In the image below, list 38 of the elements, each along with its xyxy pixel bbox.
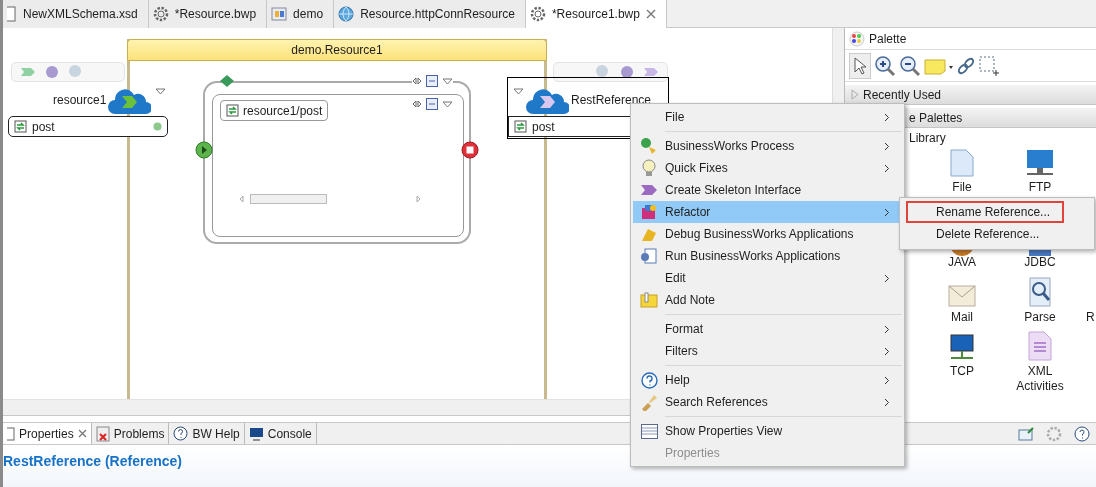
palette-tool[interactable]: TCP xyxy=(923,329,1001,379)
menu-item[interactable]: Run BusinessWorks Applications xyxy=(633,245,902,267)
editor-tab[interactable]: Resource.httpConnResource xyxy=(334,0,526,28)
menu-item[interactable]: Create Skeleton Interface xyxy=(633,179,902,201)
menu-item[interactable]: Refactor xyxy=(633,201,902,223)
menu-item[interactable]: Edit xyxy=(633,267,902,289)
operation-name: post xyxy=(532,119,556,134)
editor-tab[interactable]: *Resource.bwp xyxy=(148,0,268,28)
library-label: Library xyxy=(908,130,947,147)
palette-tool[interactable]: Parse xyxy=(1001,275,1079,325)
process-title: demo.Resource1 xyxy=(127,39,547,61)
menu-item[interactable]: Filters xyxy=(633,340,902,362)
palette-title: Palette xyxy=(869,31,907,46)
menu-item[interactable]: Delete Reference... xyxy=(906,223,1064,245)
editor-tab[interactable]: NewXMLSchema.xsd xyxy=(3,0,149,28)
operation-name: post xyxy=(32,119,56,134)
palette-tool[interactable]: FTP xyxy=(1001,145,1079,195)
menu-item[interactable]: Show Properties View xyxy=(633,420,902,442)
menu-item[interactable]: Debug BusinessWorks Applications xyxy=(633,223,902,245)
menu-item[interactable]: Rename Reference... xyxy=(906,201,1064,223)
palette-tool[interactable]: R xyxy=(1079,275,1096,325)
menu-item[interactable]: Search References xyxy=(633,391,902,413)
operation-box[interactable]: post xyxy=(8,116,168,137)
palette-tool[interactable]: Mail xyxy=(923,275,1001,325)
view-tab[interactable]: Properties xyxy=(3,423,92,444)
palette-tool[interactable]: File xyxy=(923,145,1001,195)
menu-item[interactable]: Quick Fixes xyxy=(633,157,902,179)
editor-tab[interactable]: *Resource1.bwp xyxy=(525,0,667,28)
palette-tool[interactable]: XML Activities xyxy=(1001,329,1079,394)
editor-tab[interactable]: demo xyxy=(267,0,335,28)
scope-label[interactable]: resource1/post xyxy=(220,100,329,121)
reference-name: RestReference xyxy=(571,93,652,107)
menu-item[interactable]: BusinessWorks Process xyxy=(633,135,902,157)
menu-item[interactable]: Help xyxy=(633,369,902,391)
menu-item[interactable]: Format xyxy=(633,318,902,340)
menu-item[interactable]: Add Note xyxy=(633,289,902,311)
service-name: resource1 xyxy=(53,93,107,107)
palette-drawer[interactable]: Recently Used xyxy=(845,85,1096,105)
